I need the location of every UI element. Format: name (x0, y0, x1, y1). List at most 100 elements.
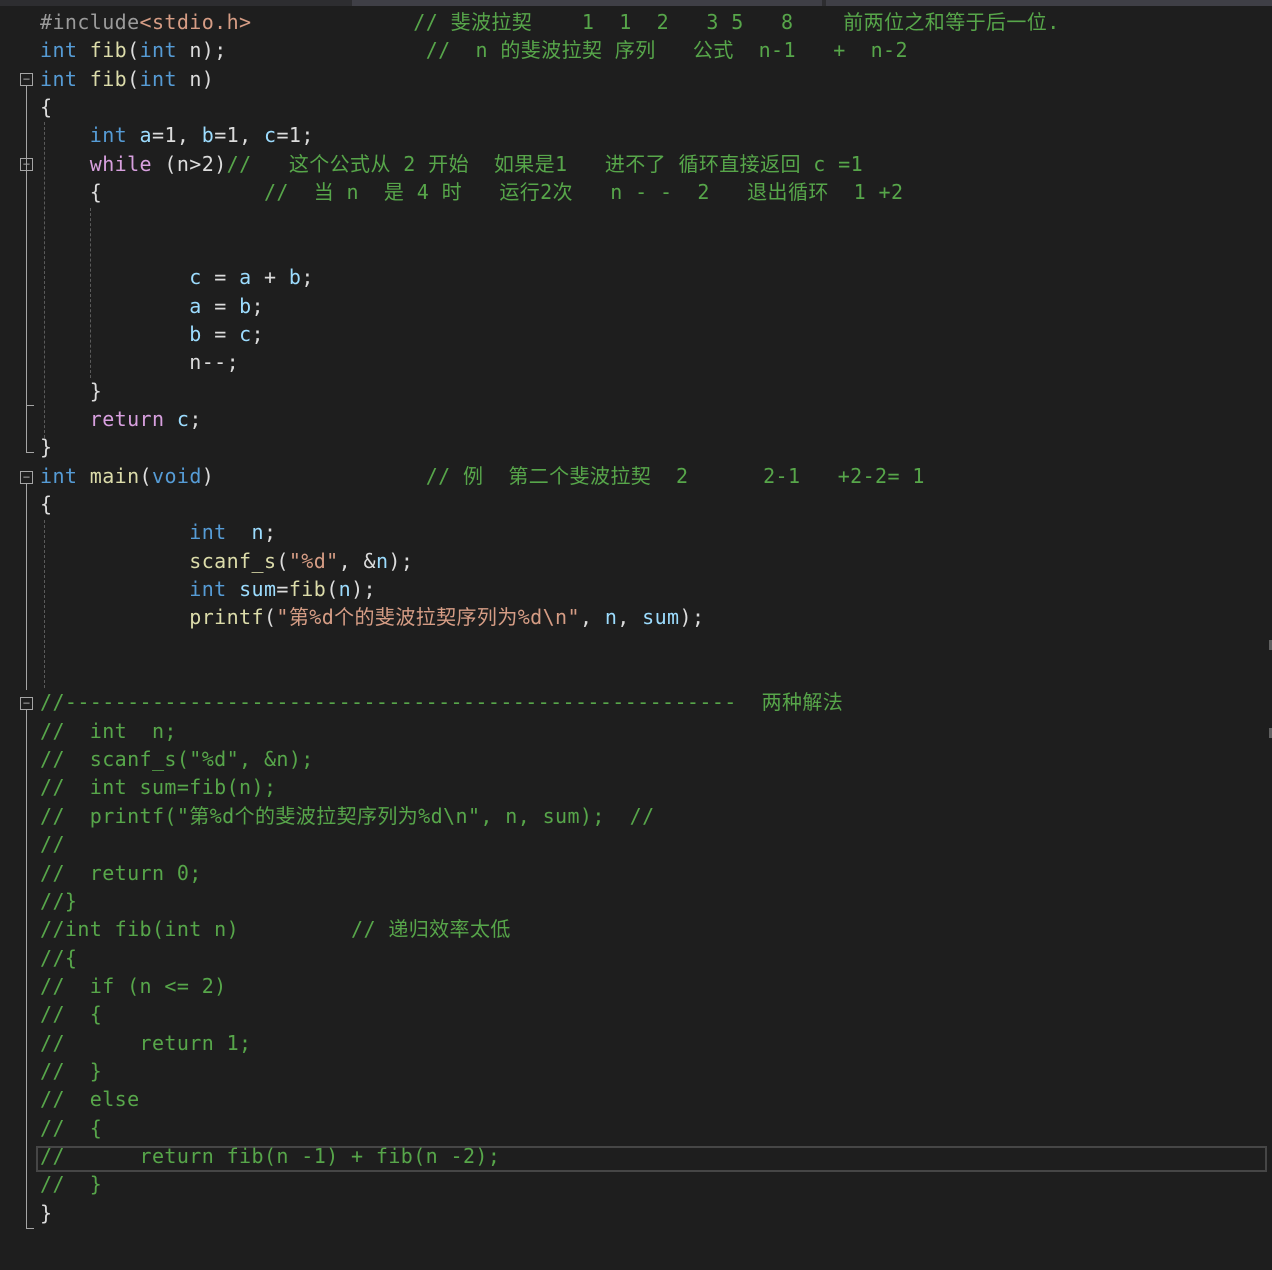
code-line[interactable]: printf("第%d个的斐波拉契序列为%d\n", n, sum); (40, 603, 704, 631)
code-token: ( (263, 605, 277, 630)
tab-header[interactable] (352, 0, 822, 6)
code-line[interactable]: // return 0; (40, 859, 202, 887)
collapse-while-icon[interactable]: − (20, 158, 33, 171)
code-line[interactable]: // scanf_s("%d", &n); (40, 745, 314, 773)
code-token: // return 1; (40, 1030, 252, 1055)
code-line[interactable]: { (40, 93, 52, 121)
collapse-comment-icon[interactable]: − (20, 697, 33, 710)
code-token: // 这个公式从 2 开始 如果是1 进不了 循环直接返回 c =1 (226, 151, 864, 176)
code-token: int (40, 66, 78, 91)
code-line[interactable]: //--------------------------------------… (40, 688, 843, 716)
code-token: ( (139, 463, 152, 488)
code-token: #include (40, 10, 140, 34)
code-token: int (189, 577, 227, 601)
code-token: =1, (152, 123, 202, 148)
code-token: int (40, 38, 78, 63)
code-line[interactable]: { // 当 n 是 4 时 运行2次 n - - 2 退出循环 1 +2 (40, 178, 903, 206)
code-line[interactable]: int sum=fib(n); (40, 575, 376, 603)
code-line[interactable]: } (40, 1199, 52, 1227)
code-token: ) (201, 463, 215, 488)
code-token: ; (189, 406, 202, 431)
code-token: return (89, 406, 165, 431)
code-line[interactable]: scanf_s("%d", &n); (40, 547, 413, 575)
code-token: int (189, 520, 227, 545)
code-token: "%d" (288, 548, 339, 573)
code-line[interactable]: { (40, 490, 52, 518)
code-token: // return 0; (40, 860, 202, 885)
tab-header-2[interactable] (826, 0, 1272, 6)
code-token: , (579, 605, 605, 630)
code-token: // printf("第%d个的斐波拉契序列为%d\n", n, sum); /… (40, 803, 655, 828)
code-line[interactable]: // return fib(n -1) + fib(n -2); (40, 1142, 500, 1170)
code-token: c (263, 123, 277, 148)
code-line[interactable]: //int fib(int n) // 递归效率太低 (40, 915, 511, 943)
code-line[interactable]: // int sum=fib(n); (40, 773, 276, 801)
code-token: // { (40, 1115, 103, 1140)
code-line[interactable]: } (40, 433, 52, 461)
code-line[interactable]: b = c; (40, 320, 264, 348)
code-line[interactable]: while (n>2)// 这个公式从 2 开始 如果是1 进不了 循环直接返回… (40, 150, 863, 178)
code-line[interactable]: // int n; (40, 717, 177, 745)
code-line[interactable]: int main(void) // 例 第二个斐波拉契 2 2-1 +2-2= … (40, 462, 925, 490)
code-token: // n 的斐波拉契 序列 公式 n-1 + n-2 (425, 38, 908, 63)
code-token: fib (288, 577, 327, 601)
collapse-fib-icon[interactable]: − (20, 73, 33, 86)
code-line[interactable]: // { (40, 1114, 102, 1142)
code-line[interactable]: int a=1, b=1, c=1; (40, 121, 314, 149)
code-token: ( (127, 66, 140, 91)
code-line[interactable]: // else (40, 1085, 140, 1113)
code-token: a (139, 123, 152, 148)
code-token: { (40, 180, 103, 205)
code-token: // if (n <= 2) (40, 973, 227, 998)
code-line[interactable]: #include<stdio.h> // 斐波拉契 1 1 2 3 5 8 前两… (40, 8, 1060, 36)
code-line[interactable]: // } (40, 1057, 102, 1085)
code-line[interactable]: } (40, 377, 102, 405)
code-line[interactable]: int n; (40, 518, 276, 546)
code-token: c (239, 321, 252, 346)
code-line[interactable]: // return 1; (40, 1029, 252, 1057)
code-token: sum (239, 577, 277, 601)
code-line[interactable]: // (40, 830, 65, 858)
code-line[interactable]: // if (n <= 2) (40, 972, 227, 1000)
code-token: ( (127, 38, 140, 63)
code-line[interactable]: // printf("第%d个的斐波拉契序列为%d\n", n, sum); /… (40, 802, 655, 830)
code-line[interactable]: c = a + b; (40, 263, 314, 291)
code-token: = (201, 293, 240, 318)
code-line[interactable]: //} (40, 887, 77, 915)
code-token: // (40, 832, 65, 857)
code-line[interactable]: n--; (40, 348, 239, 376)
code-line[interactable]: int fib(int n) (40, 65, 214, 93)
code-token: main (89, 463, 140, 488)
code-token: = (201, 265, 240, 290)
code-token: // { (40, 1002, 103, 1027)
code-line[interactable]: return c; (40, 405, 202, 433)
code-editor[interactable]: − − − − #include<stdio.h> // 斐波拉契 1 1 2 … (0, 0, 1272, 1270)
collapse-main-icon[interactable]: − (20, 471, 33, 484)
code-token: //{ (40, 945, 78, 970)
code-token: // scanf_s("%d", &n); (40, 747, 314, 772)
code-token: =1, (214, 123, 264, 148)
code-line[interactable]: int fib(int n); // n 的斐波拉契 序列 公式 n-1 + n… (40, 36, 908, 64)
code-line[interactable]: // } (40, 1170, 102, 1198)
code-token: = (201, 321, 240, 346)
code-token: int (40, 463, 78, 488)
code-line[interactable]: // { (40, 1000, 102, 1028)
code-token: n (375, 548, 389, 573)
code-token: n--; (40, 350, 240, 375)
code-line[interactable]: //{ (40, 944, 77, 972)
code-token: ; (251, 321, 264, 346)
code-token: int (139, 38, 177, 63)
code-line[interactable]: a = b; (40, 292, 264, 320)
code-token: void (152, 463, 202, 488)
